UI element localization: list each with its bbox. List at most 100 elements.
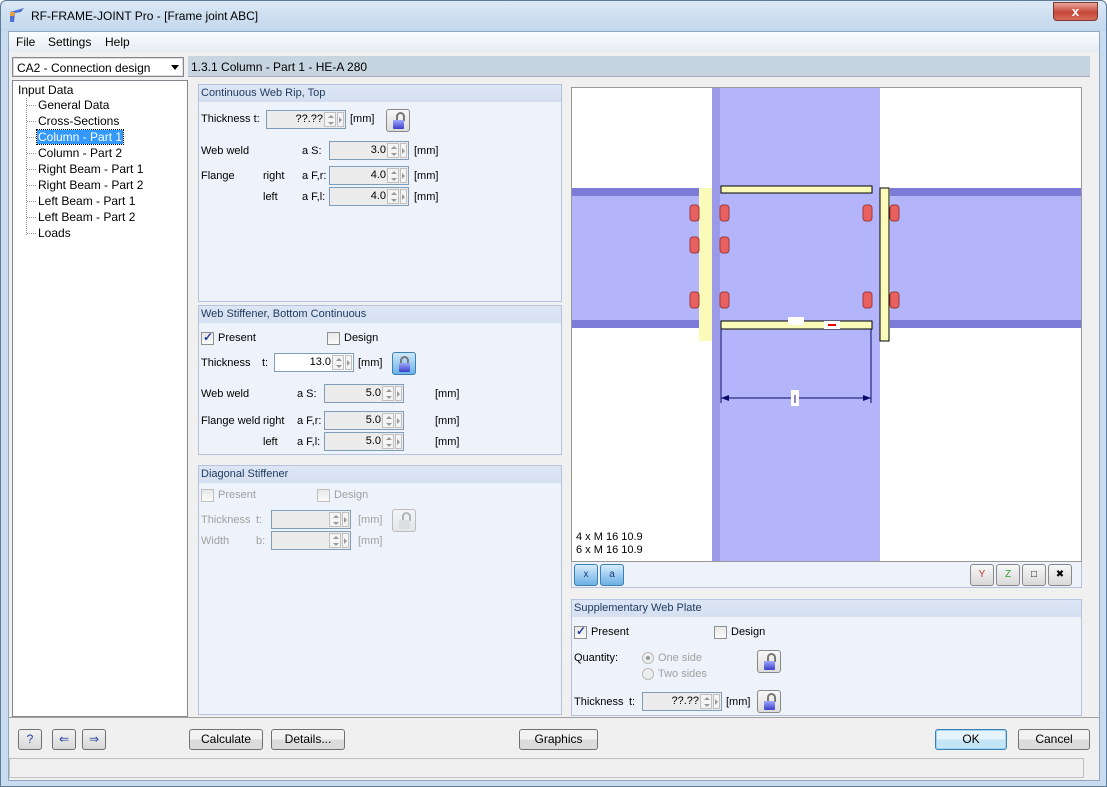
stiffener-flange-left-input[interactable]: 5.0 xyxy=(324,432,404,451)
rib-top-flange-left-input[interactable]: 4.0 xyxy=(329,187,409,206)
quantity-label: Quantity: xyxy=(574,652,619,664)
page-header: 1.3.1 Column - Part 1 - HE-A 280 xyxy=(188,56,1090,77)
unit-label: [mm] xyxy=(358,535,383,547)
tree-item-right-beam-part-2[interactable]: Right Beam - Part 2 xyxy=(37,178,144,192)
more-arrow-icon[interactable] xyxy=(395,386,402,401)
spin-arrows-icon[interactable] xyxy=(700,694,712,709)
spin-arrows-icon[interactable] xyxy=(382,413,394,428)
previous-page-button[interactable]: ⇐ xyxy=(52,729,76,750)
web-plate-thickness-lock-button[interactable] xyxy=(757,690,781,713)
tree-item-loads[interactable]: Loads xyxy=(37,226,72,240)
bolt xyxy=(719,204,730,222)
spin-arrows-icon[interactable] xyxy=(329,533,341,548)
menu-help[interactable]: Help xyxy=(105,35,130,49)
tree-item-left-beam-part-2[interactable]: Left Beam - Part 2 xyxy=(37,210,136,224)
spin-arrows-icon[interactable] xyxy=(387,168,399,183)
diagonal-present-checkbox[interactable] xyxy=(201,489,214,502)
stiffener-design-checkbox[interactable] xyxy=(327,332,340,345)
web-weld-symbol: a S: xyxy=(297,388,317,400)
web-plate-thickness-input[interactable]: ??.?? xyxy=(642,692,722,711)
one-side-radio[interactable] xyxy=(642,652,654,664)
view-y-button[interactable]: Y xyxy=(970,564,994,586)
menu-bar: File Settings Help xyxy=(9,32,1099,52)
bolt xyxy=(689,291,700,309)
more-arrow-icon[interactable] xyxy=(342,512,349,527)
cube-icon: □ xyxy=(1030,569,1038,580)
menu-file[interactable]: File xyxy=(16,35,35,49)
diagonal-width-input[interactable] xyxy=(271,531,351,550)
cancel-button[interactable]: Cancel xyxy=(1018,729,1090,750)
rib-top-web-weld-input[interactable]: 3.0 xyxy=(329,141,409,160)
tree-item-column-part-2[interactable]: Column - Part 2 xyxy=(37,146,123,160)
isometric-view-button[interactable]: □ xyxy=(1022,564,1046,586)
dimension-a-button[interactable]: a xyxy=(600,564,624,586)
stiffener-thickness-input[interactable]: 13.0 xyxy=(274,353,354,372)
joint-graphic[interactable]: l 4 x M 16 10.9 6 x M 16 10.9 xyxy=(571,87,1082,562)
quantity-lock-button[interactable] xyxy=(757,650,781,673)
spin-arrows-icon[interactable] xyxy=(387,143,399,158)
tree-item-column-part-1[interactable]: Column - Part 1 xyxy=(35,129,125,145)
spin-arrows-icon[interactable] xyxy=(382,434,394,449)
graphics-button[interactable]: Graphics xyxy=(519,729,598,750)
diagonal-lock-button[interactable] xyxy=(392,509,416,532)
rib-top-thickness-input[interactable]: ??.?? xyxy=(266,110,346,129)
window-title: RF-FRAME-JOINT Pro - [Frame joint ABC] xyxy=(31,9,259,23)
tree-connector xyxy=(27,153,36,154)
more-arrow-icon[interactable] xyxy=(395,434,402,449)
stiffener-web-weld-input[interactable]: 5.0 xyxy=(324,384,404,403)
rib-top-lock-button[interactable] xyxy=(386,109,410,132)
calculate-button[interactable]: Calculate xyxy=(189,729,263,750)
flange-left-symbol: a F,l: xyxy=(302,191,326,203)
field-value: 5.0 xyxy=(365,387,381,399)
spin-arrows-icon[interactable] xyxy=(332,355,344,370)
design-label: Design xyxy=(334,489,369,501)
more-arrow-icon[interactable] xyxy=(400,143,407,158)
more-arrow-icon[interactable] xyxy=(342,533,349,548)
tree-root-input-data[interactable]: Input Data xyxy=(18,83,73,97)
stiffener-present-checkbox[interactable] xyxy=(201,330,214,345)
flange-right-symbol: a F,r: xyxy=(302,170,327,182)
bolt xyxy=(719,291,730,309)
stiffener-flange-right-input[interactable]: 5.0 xyxy=(324,411,404,430)
case-selector[interactable]: CA2 - Connection design xyxy=(12,57,184,77)
field-value: 13.0 xyxy=(309,356,331,368)
more-arrow-icon[interactable] xyxy=(400,168,407,183)
unit-label: [mm] xyxy=(358,514,383,526)
thickness-symbol: t: xyxy=(262,357,269,369)
stiffener-lock-button[interactable] xyxy=(392,352,416,375)
field-value: 4.0 xyxy=(370,169,386,181)
web-plate-design-checkbox[interactable] xyxy=(714,626,727,639)
spin-arrows-icon[interactable] xyxy=(324,112,336,127)
tree-connector xyxy=(27,121,36,122)
more-arrow-icon[interactable] xyxy=(395,413,402,428)
dimension-x-button[interactable]: x xyxy=(574,564,598,586)
tree-item-cross-sections[interactable]: Cross-Sections xyxy=(37,114,120,128)
more-arrow-icon[interactable] xyxy=(345,355,352,370)
tree-item-general-data[interactable]: General Data xyxy=(37,98,110,112)
close-button[interactable]: x xyxy=(1053,2,1098,21)
tree-item-right-beam-part-1[interactable]: Right Beam - Part 1 xyxy=(37,162,144,176)
web-weld-label: Web weld xyxy=(201,145,250,157)
more-arrow-icon[interactable] xyxy=(337,112,344,127)
spin-arrows-icon[interactable] xyxy=(329,512,341,527)
web-plate-present-checkbox[interactable] xyxy=(574,624,587,639)
more-arrow-icon[interactable] xyxy=(713,694,720,709)
help-button[interactable]: ? xyxy=(18,729,42,750)
reset-zoom-button[interactable]: ✖ xyxy=(1048,564,1072,586)
more-arrow-icon[interactable] xyxy=(400,189,407,204)
right-label: right xyxy=(263,415,285,427)
view-z-button[interactable]: Z xyxy=(996,564,1020,586)
details-button[interactable]: Details... xyxy=(271,729,345,750)
spin-arrows-icon[interactable] xyxy=(387,189,399,204)
weld-symbol-icon xyxy=(788,317,804,325)
two-sides-radio[interactable] xyxy=(642,668,654,680)
diagonal-design-checkbox[interactable] xyxy=(317,489,330,502)
diagonal-thickness-input[interactable] xyxy=(271,510,351,529)
rib-top-flange-right-input[interactable]: 4.0 xyxy=(329,166,409,185)
tree-item-left-beam-part-1[interactable]: Left Beam - Part 1 xyxy=(37,194,136,208)
ok-button[interactable]: OK xyxy=(935,729,1007,750)
menu-settings[interactable]: Settings xyxy=(48,35,91,49)
left-label: left xyxy=(263,436,278,448)
next-page-button[interactable]: ⇒ xyxy=(82,729,106,750)
spin-arrows-icon[interactable] xyxy=(382,386,394,401)
